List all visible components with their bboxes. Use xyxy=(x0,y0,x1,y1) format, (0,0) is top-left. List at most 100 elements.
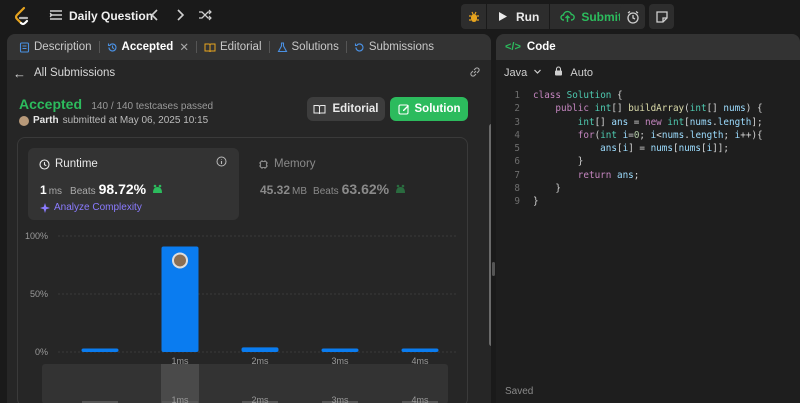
language-label: Java xyxy=(504,66,528,79)
top-bar: Daily Question Run Submit xyxy=(0,0,800,33)
tab-editorial[interactable]: Editorial xyxy=(200,41,266,53)
pencil-square-icon xyxy=(397,104,409,115)
line-number: 4 xyxy=(514,129,520,141)
y-tick-label: 50% xyxy=(30,289,48,299)
problem-title[interactable]: Daily Question xyxy=(69,9,153,23)
back-to-submissions-row: ← All Submissions xyxy=(7,60,491,86)
editor-toolbar: Java Auto xyxy=(504,66,593,79)
line-text: return ans; xyxy=(577,169,640,181)
left-panel-scrollbar[interactable] xyxy=(489,124,491,346)
code-editor[interactable]: 1 class Solution { 2 public int[] buildAr… xyxy=(496,90,800,210)
code-line: 1 class Solution { xyxy=(496,90,800,103)
run-label: Run xyxy=(516,9,540,24)
line-number: 3 xyxy=(514,116,520,128)
y-tick-label: 0% xyxy=(35,347,48,357)
line-text: for(int i=0; i<nums.length; i++){ xyxy=(577,129,763,141)
runtime-distribution-chart: 100%50%0%1ms 2ms 3ms 4ms1ms 2ms 3ms 4ms xyxy=(25,231,458,403)
leetcode-mascot-icon xyxy=(153,184,163,193)
mode-label: Auto xyxy=(570,67,594,79)
code-line: 5 ans[i] = nums[nums[i]]; xyxy=(496,143,800,156)
line-number: 2 xyxy=(514,103,520,115)
memory-box[interactable]: Memory 45.32 MB Beats 63.62% xyxy=(250,148,461,220)
tab-divider xyxy=(98,41,100,53)
minimap-label: 4ms xyxy=(411,395,429,403)
solution-button-label: Solution xyxy=(414,103,461,115)
tab-accepted-label: Accepted xyxy=(121,41,174,53)
chevron-right-icon[interactable] xyxy=(172,8,188,24)
code-panel: </> Code Java Auto 1 class Solution { 2 p… xyxy=(496,34,800,403)
code-line: 8 } xyxy=(496,183,800,196)
range-minimap xyxy=(42,364,448,403)
author-name[interactable]: Parth xyxy=(33,115,59,126)
analyze-complexity-link[interactable]: Analyze Complexity xyxy=(40,202,142,213)
panel-resize-handle[interactable] xyxy=(492,262,495,276)
tab-solutions[interactable]: Solutions xyxy=(273,41,343,53)
leetcode-logo-icon[interactable] xyxy=(12,6,32,26)
info-icon[interactable] xyxy=(216,156,227,170)
line-text: int[] ans = new int[nums.length]; xyxy=(577,116,763,128)
code-line: 9} xyxy=(496,196,800,209)
alarm-clock-icon xyxy=(626,10,639,24)
autocomplete-mode[interactable]: Auto xyxy=(554,66,593,79)
tab-description[interactable]: Description xyxy=(15,41,96,53)
chart-bar xyxy=(321,348,359,352)
memory-title-label: Memory xyxy=(274,158,316,170)
memory-unit: MB xyxy=(292,186,308,197)
memory-beats-label: Beats xyxy=(313,186,339,197)
code-panel-tab[interactable]: </> Code xyxy=(496,34,800,60)
all-submissions-link[interactable]: All Submissions xyxy=(34,67,115,79)
performance-card: Runtime 1 ms Beats 98.72% Analyze Complexit… xyxy=(17,137,468,403)
code-line: 4 for(int i=0; i<nums.length; i++){ xyxy=(496,130,800,143)
line-text: class Solution { xyxy=(533,90,623,101)
minimap-label: 1ms xyxy=(171,395,189,403)
submit-label: Submit xyxy=(581,9,622,24)
lock-icon xyxy=(555,66,563,76)
y-tick-label: 100% xyxy=(25,231,48,241)
notes-button[interactable] xyxy=(649,4,674,29)
note-icon xyxy=(655,10,668,23)
arrow-left-icon[interactable]: ← xyxy=(13,66,26,81)
avatar xyxy=(19,115,29,126)
tab-solutions-label: Solutions xyxy=(291,41,339,53)
close-icon[interactable]: ✕ xyxy=(179,40,189,54)
memory-beats-percent: 63.62% xyxy=(341,181,390,197)
submission-author: Parth submitted at May 06, 2025 10:15 xyxy=(19,115,208,126)
tab-submissions-label: Submissions xyxy=(368,41,435,53)
code-line: 7 return ans; xyxy=(496,170,800,183)
chevron-left-icon[interactable] xyxy=(147,8,163,24)
problem-list-icon[interactable] xyxy=(48,8,64,24)
link-icon[interactable] xyxy=(469,66,481,81)
editorial-button[interactable]: Editorial xyxy=(307,97,385,121)
editorial-button-label: Editorial xyxy=(332,103,379,115)
tab-divider xyxy=(195,41,197,53)
testcases-passed: 140 / 140 testcases passed xyxy=(91,101,214,112)
line-number: 7 xyxy=(514,169,520,181)
tab-description-label: Description xyxy=(34,41,92,53)
line-number: 6 xyxy=(514,156,520,168)
runtime-beats-label: Beats xyxy=(70,186,96,197)
tab-submissions[interactable]: Submissions xyxy=(350,41,438,53)
document-icon xyxy=(19,41,30,53)
cloud-upload-icon xyxy=(560,10,576,22)
timer-button[interactable] xyxy=(620,4,645,29)
code-line: 3 int[] ans = new int[nums.length]; xyxy=(496,117,800,130)
book-icon xyxy=(204,43,216,52)
line-text: ans[i] = nums[nums[i]]; xyxy=(600,143,729,155)
sparkle-icon xyxy=(40,202,50,213)
runtime-title-label: Runtime xyxy=(55,158,98,170)
line-text: } xyxy=(533,196,539,208)
shuffle-icon[interactable] xyxy=(197,8,213,24)
line-text: } xyxy=(533,183,561,195)
play-icon xyxy=(499,12,507,21)
solution-button[interactable]: Solution xyxy=(390,97,468,121)
chart-bar xyxy=(241,347,279,352)
language-select[interactable]: Java xyxy=(504,67,542,79)
tab-accepted[interactable]: Accepted ✕ xyxy=(103,40,193,54)
runtime-box[interactable]: Runtime 1 ms Beats 98.72% Analyze Complexit… xyxy=(28,148,239,220)
left-panel: Description Accepted ✕ Editorial Solutio… xyxy=(7,34,491,403)
debug-button[interactable] xyxy=(461,4,486,29)
runtime-unit: ms xyxy=(48,186,63,197)
tab-editorial-label: Editorial xyxy=(219,41,262,53)
run-button[interactable]: Run xyxy=(487,4,550,29)
status-accepted: Accepted xyxy=(19,96,83,112)
